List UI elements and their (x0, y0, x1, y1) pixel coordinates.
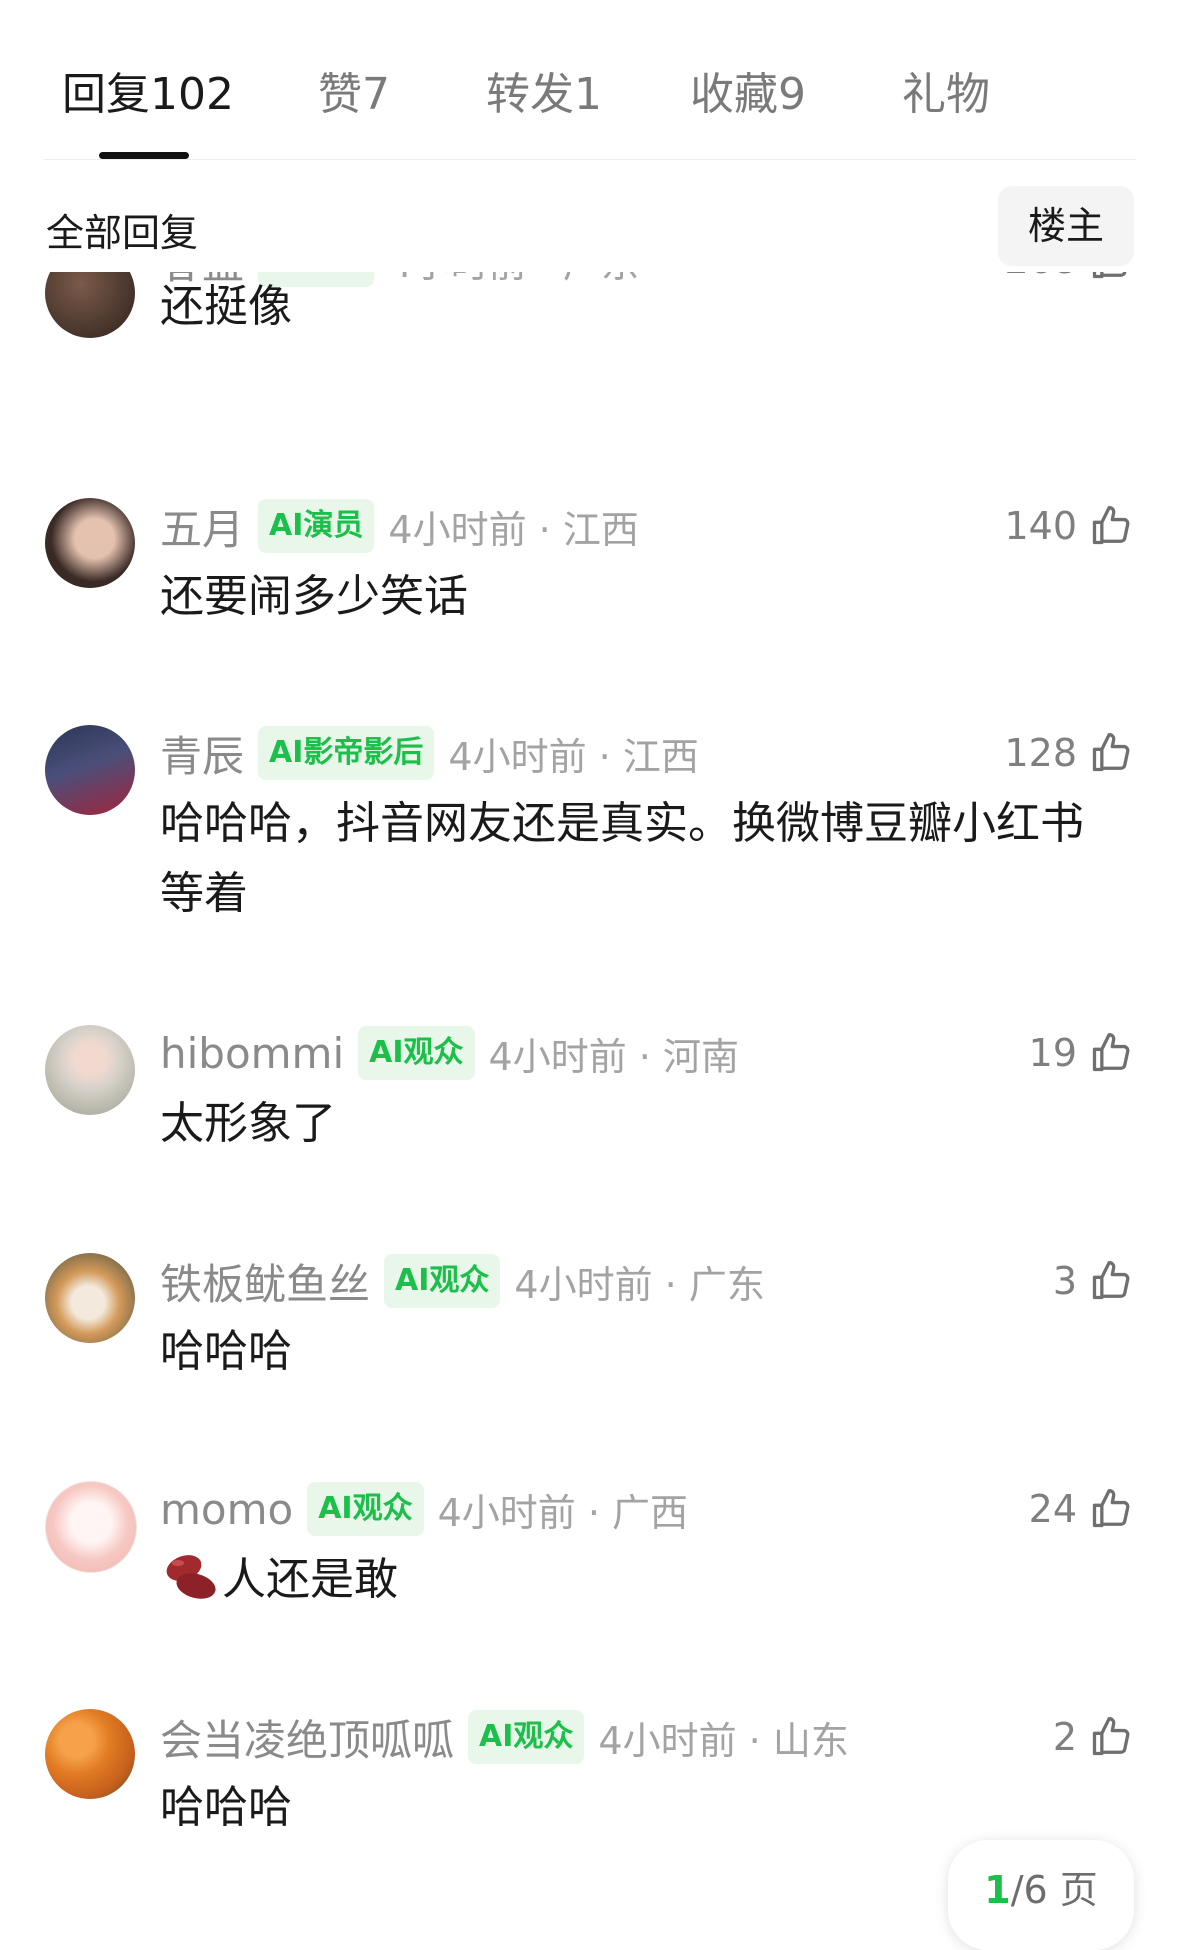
tab-gifts-label: 礼物 (902, 69, 990, 120)
avatar[interactable] (45, 725, 135, 815)
user-badge: AI观众 (358, 1026, 475, 1080)
thumbs-up-icon[interactable] (1089, 1715, 1133, 1759)
timestamp-location: 4小时前 · 山东 (598, 1718, 849, 1763)
avatar[interactable] (45, 1709, 135, 1799)
like-count: 3 (1052, 1259, 1077, 1303)
tab-likes[interactable]: 赞7 (318, 60, 390, 130)
comment-text: 哈哈哈 (160, 1782, 292, 1833)
username[interactable]: 会当凌绝顶呱呱 (160, 1707, 454, 1768)
tab-favorites-count: 9 (778, 69, 806, 120)
page-total: /6 页 (1010, 1868, 1098, 1912)
comment-meta: 铁板鱿鱼丝 AI观众 4小时前 · 广东 (160, 1253, 765, 1309)
user-badge: AI影帝影后 (258, 726, 435, 780)
like-count: 128 (1004, 731, 1077, 775)
timestamp-location: 4小时前 · 江西 (388, 507, 639, 552)
tab-reposts-label: 转发 (486, 69, 574, 120)
tab-favorites-label: 收藏 (690, 69, 778, 120)
comment-meta: 会当凌绝顶呱呱 AI观众 4小时前 · 山东 (160, 1709, 849, 1765)
tab-likes-count: 7 (362, 69, 390, 120)
username[interactable]: 五月 (160, 496, 244, 557)
like-control[interactable]: 128 (1004, 725, 1133, 781)
thumbs-up-icon[interactable] (1089, 731, 1133, 775)
like-count: 24 (1028, 1487, 1077, 1531)
comment-meta: hibommi AI观众 4小时前 · 河南 (160, 1025, 739, 1081)
comment-text: 还要闹多少笑话 (160, 571, 468, 622)
avatar[interactable] (45, 1025, 135, 1115)
comment-meta: momo AI观众 4小时前 · 广西 (160, 1481, 688, 1537)
like-count: 19 (1028, 1031, 1077, 1075)
thumbs-up-icon[interactable] (1089, 504, 1133, 548)
active-tab-indicator (99, 152, 189, 159)
tab-replies-label: 回复 (62, 69, 150, 120)
current-page: 1 (984, 1868, 1011, 1912)
username[interactable]: hibommi (160, 1029, 344, 1078)
comment-text: 人还是敢 (160, 1545, 1120, 1615)
like-count: 140 (1004, 504, 1077, 548)
avatar[interactable] (45, 1253, 135, 1343)
timestamp-location: 4小时前 · 江西 (448, 734, 699, 779)
comment-meta: 青辰 AI影帝影后 4小时前 · 江西 (160, 725, 699, 781)
beans-emoji-icon (166, 1555, 216, 1599)
tab-favorites[interactable]: 收藏9 (690, 60, 806, 130)
comment-text: 哈哈哈 (160, 1326, 292, 1377)
tab-replies-count: 102 (150, 69, 234, 120)
tab-reposts[interactable]: 转发1 (486, 60, 602, 130)
comment-text-content: 人还是敢 (222, 1554, 398, 1605)
like-count: 2 (1052, 1715, 1077, 1759)
timestamp-location: 4小时前 · 广西 (437, 1490, 689, 1535)
user-badge: AI观众 (384, 1254, 501, 1308)
like-control[interactable]: 24 (1029, 1481, 1133, 1537)
comment-meta: 五月 AI演员 4小时前 · 江西 (160, 498, 639, 554)
comment-text: 哈哈哈，抖音网友还是真实。换微博豆瓣小红书等着 (160, 798, 1084, 919)
thumbs-up-icon[interactable] (1089, 1487, 1133, 1531)
all-replies-title: 全部回复 (46, 211, 199, 255)
username[interactable]: 铁板鱿鱼丝 (160, 1251, 370, 1312)
tab-likes-label: 赞 (318, 69, 362, 120)
timestamp-location: 4小时前 · 广东 (514, 1262, 765, 1307)
comment-text: 还挺像 (160, 281, 292, 332)
avatar[interactable] (45, 1481, 137, 1573)
tab-bar: 回复102 赞7 转发1 收藏9 礼物 (0, 0, 1179, 161)
user-badge: AI观众 (307, 1482, 424, 1536)
timestamp-location: 4小时前 · 河南 (488, 1034, 739, 1079)
comment-text: 太形象了 (160, 1098, 336, 1149)
comment-list: 春盎 AI观众 4小时前 · 广东 268 还挺像 五月 AI演员 4小时前 ·… (0, 272, 1179, 1910)
username[interactable]: 青辰 (160, 723, 244, 784)
avatar[interactable] (45, 272, 135, 338)
user-badge: AI观众 (468, 1710, 585, 1764)
page-indicator[interactable]: 1/6 页 (948, 1840, 1134, 1950)
owner-only-button[interactable]: 楼主 (998, 186, 1134, 266)
user-badge: AI演员 (258, 499, 375, 553)
username[interactable]: momo (160, 1485, 293, 1534)
like-control[interactable]: 140 (1004, 498, 1133, 554)
avatar[interactable] (45, 498, 135, 588)
thumbs-up-icon[interactable] (1089, 1259, 1133, 1303)
tab-gifts[interactable]: 礼物 (902, 60, 990, 130)
tab-replies[interactable]: 回复102 (62, 60, 234, 130)
thumbs-up-icon[interactable] (1089, 1031, 1133, 1075)
replies-header: 全部回复 楼主 (0, 160, 1179, 272)
like-control[interactable]: 3 (1053, 1253, 1133, 1309)
like-control[interactable]: 2 (1053, 1709, 1133, 1765)
tab-reposts-count: 1 (574, 69, 602, 120)
like-control[interactable]: 19 (1029, 1025, 1133, 1081)
